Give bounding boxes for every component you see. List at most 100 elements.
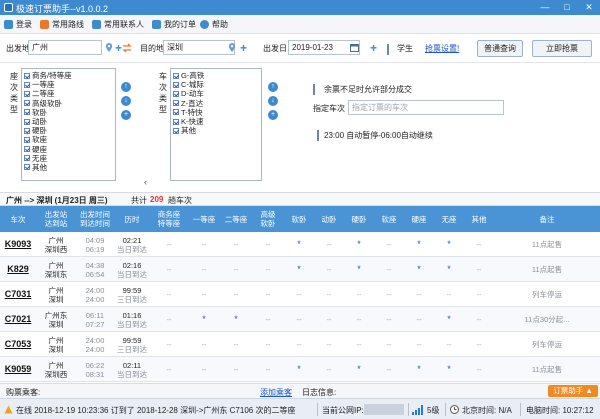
separator — [520, 403, 521, 416]
column-header[interactable]: 二等座 — [220, 206, 252, 232]
seat-type-checkbox[interactable] — [24, 127, 30, 134]
seat-type-option[interactable]: 其他 — [22, 163, 115, 172]
train-code-link[interactable]: K9059 — [0, 357, 36, 382]
column-header[interactable]: 出发时间 到达时间 — [76, 206, 114, 232]
table-cell: * — [447, 314, 451, 324]
to-input[interactable]: 深圳 — [163, 40, 235, 55]
column-header[interactable]: 车次 — [0, 206, 36, 232]
from-input[interactable]: 广州 — [28, 40, 102, 55]
warning-icon — [4, 405, 13, 414]
login-button[interactable]: 登录 — [4, 18, 32, 31]
signal-icon — [412, 405, 423, 415]
table-cell: -- — [166, 265, 172, 274]
column-header[interactable]: 硬座 — [404, 206, 434, 232]
train-type-checkbox[interactable] — [173, 100, 179, 107]
train-code-link[interactable]: K9093 — [0, 232, 36, 257]
table-cell: -- — [233, 265, 239, 274]
train-type-checkbox[interactable] — [173, 81, 179, 88]
table-cell: 列车停运 — [532, 290, 562, 299]
table-cell: -- — [326, 290, 332, 299]
arrow-down-icon[interactable]: ↓ — [121, 96, 131, 106]
train-type-checkbox[interactable] — [173, 118, 179, 125]
grab-ticket-button[interactable]: 立即抢票 — [532, 40, 592, 57]
seat-type-checkbox[interactable] — [24, 155, 30, 162]
seat-type-checkbox[interactable] — [24, 100, 30, 107]
column-header[interactable]: 历时 — [114, 206, 150, 232]
add-seat-icon[interactable]: + — [121, 110, 131, 120]
filter-panel: 座次类型 商务/特等座 一等座 二等座 高级软卧 软卧 动卧 硬卧 软座 硬座 无座 其他 ↑ ↓ … — [0, 62, 600, 192]
table-cell: -- — [416, 290, 422, 299]
seat-type-checkbox[interactable] — [24, 118, 30, 125]
common-routes-label: 常用路线 — [52, 20, 84, 29]
table-row[interactable]: C7021 广州东 深圳 06:11 07:27 01:16 当日到达 -- * * -- -- -- -… — [0, 307, 600, 332]
common-routes-button[interactable]: 常用路线 — [40, 18, 84, 31]
table-row[interactable]: K9093 广州 深圳西 04:09 06:19 02:21 当日到达 -- -- -- -- * --… — [0, 232, 600, 257]
grab-assistant-button[interactable]: 订票助手 ▲ — [548, 385, 598, 397]
add-to-icon[interactable]: + — [240, 42, 247, 54]
arrow-down-icon[interactable]: ↓ — [268, 96, 278, 106]
seat-type-checkbox[interactable] — [24, 81, 30, 88]
add-date-icon[interactable]: + — [370, 42, 377, 54]
train-type-checkbox[interactable] — [173, 72, 179, 79]
swap-icon[interactable] — [122, 43, 132, 53]
table-cell: 列车停运 — [532, 340, 562, 349]
table-row[interactable]: C7053 广州 深圳 24:00 24:00 99:59 三日到达 -- -- -- -- -- --… — [0, 332, 600, 357]
add-passenger-link[interactable]: 添加乘客 — [260, 387, 292, 398]
table-cell: -- — [296, 315, 302, 324]
location-pin-icon[interactable] — [228, 43, 236, 52]
train-type-checkbox[interactable] — [173, 90, 179, 97]
column-header[interactable]: 商务座 特等座 — [150, 206, 188, 232]
train-code-link[interactable]: C7021 — [0, 307, 36, 332]
seat-type-list[interactable]: 商务/特等座 一等座 二等座 高级软卧 软卧 动卧 硬卧 软座 硬座 无座 其他 — [21, 68, 116, 181]
train-type-option[interactable]: 其他 — [171, 126, 261, 135]
normal-query-button[interactable]: 普通查询 — [477, 40, 523, 57]
seat-type-checkbox[interactable] — [24, 146, 30, 153]
seat-type-checkbox[interactable] — [24, 109, 30, 116]
add-from-icon[interactable]: + — [115, 42, 122, 54]
column-header[interactable]: 无座 — [434, 206, 464, 232]
maximize-button[interactable]: □ — [556, 0, 578, 15]
table-row[interactable]: K9059 广州 深圳西 06:22 08:31 02:11 当日到达 -- -- -- -- * --… — [0, 357, 600, 382]
grab-settings-link[interactable]: 抢票设置! — [425, 43, 459, 54]
seat-type-checkbox[interactable] — [24, 90, 30, 97]
arrow-up-icon[interactable]: ↑ — [268, 82, 278, 92]
table-row[interactable]: K829 广州 深圳东 04:38 06:54 02:16 当日到达 -- -- -- -- * -- *… — [0, 257, 600, 282]
arrow-up-icon[interactable]: ↑ — [121, 82, 131, 92]
column-header[interactable]: 高级 软卧 — [252, 206, 284, 232]
train-type-checkbox[interactable] — [173, 127, 179, 134]
column-header[interactable]: 其他 — [464, 206, 494, 232]
column-header[interactable]: 出发站 达到站 — [36, 206, 76, 232]
table-cell: * — [297, 264, 301, 274]
table-cell: -- — [476, 315, 482, 324]
train-code-link[interactable]: C7053 — [0, 332, 36, 357]
column-header[interactable]: 备注 — [494, 206, 600, 232]
close-button[interactable]: ✕ — [578, 0, 600, 15]
location-pin-icon[interactable] — [105, 43, 113, 52]
route-bar: 广州 --> 深圳 (1月23日 周三) 共计 209 趟车次 — [0, 192, 600, 206]
column-header[interactable]: 动卧 — [314, 206, 344, 232]
my-orders-button[interactable]: 我的订单 — [152, 18, 196, 31]
column-header[interactable]: 一等座 — [188, 206, 220, 232]
common-contacts-button[interactable]: 常用联系人 — [92, 18, 144, 31]
calendar-icon[interactable] — [350, 43, 359, 52]
column-header[interactable]: 软卧 — [284, 206, 314, 232]
specify-train-input[interactable]: 指定订票的车次 — [348, 100, 504, 115]
add-train-icon[interactable]: + — [268, 110, 278, 120]
seat-type-checkbox[interactable] — [24, 164, 30, 171]
train-type-checkbox[interactable] — [173, 109, 179, 116]
table-row[interactable]: C7031 广州 深圳 24:00 24:00 99:59 三日到达 -- -- -- -- -- --… — [0, 282, 600, 307]
column-header[interactable]: 硬卧 — [344, 206, 374, 232]
train-code-link[interactable]: C7031 — [0, 282, 36, 307]
collapse-panel-icon[interactable]: ‹ — [144, 177, 147, 187]
minimize-button[interactable]: — — [534, 0, 556, 15]
auto-pause-checkbox[interactable] — [317, 130, 319, 141]
table-cell: 11点起售 — [531, 265, 563, 274]
train-type-list[interactable]: G-高铁 C-城际 D-动车 Z-直达 T-特快 K-快速 其他 — [170, 68, 262, 181]
student-checkbox[interactable] — [387, 44, 389, 55]
help-button[interactable]: 帮助 — [200, 18, 228, 31]
seat-type-checkbox[interactable] — [24, 72, 30, 79]
column-header[interactable]: 软座 — [374, 206, 404, 232]
train-code-link[interactable]: K829 — [0, 257, 36, 282]
seat-type-checkbox[interactable] — [24, 136, 30, 143]
partial-success-checkbox[interactable] — [313, 84, 315, 95]
